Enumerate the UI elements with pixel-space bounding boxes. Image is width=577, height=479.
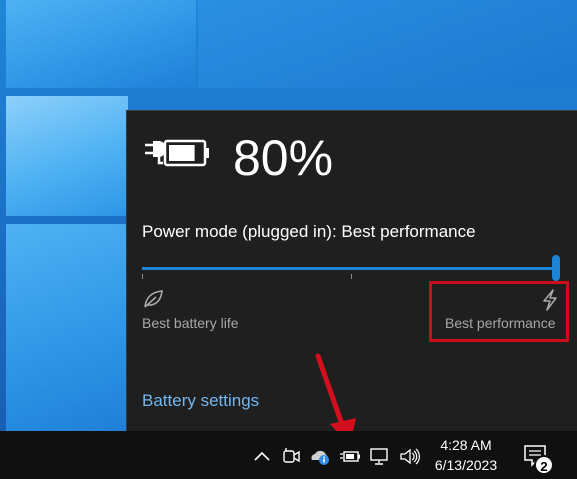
- slider-track: [142, 267, 560, 270]
- wallpaper-pane: [198, 0, 577, 88]
- notification-count-badge: 2: [534, 455, 554, 475]
- battery-charging-icon: [145, 139, 209, 167]
- power-mode-label: Power mode (plugged in): Best performanc…: [142, 222, 476, 241]
- wallpaper-pane: [6, 0, 196, 88]
- best-battery-life-label: Best battery life: [142, 315, 239, 331]
- network-icon[interactable]: [368, 445, 390, 467]
- battery-icon[interactable]: [339, 445, 361, 467]
- onedrive-icon[interactable]: [309, 445, 331, 467]
- battery-percentage: 80%: [233, 130, 334, 186]
- meet-now-icon[interactable]: [280, 445, 302, 467]
- slider-thumb[interactable]: [552, 255, 560, 281]
- wallpaper-pane: [6, 96, 128, 216]
- slider-tick: [142, 274, 143, 279]
- wallpaper-pane: [6, 224, 128, 431]
- taskbar-clock[interactable]: 4:28 AM 6/13/2023: [430, 435, 502, 475]
- volume-icon[interactable]: [398, 445, 420, 467]
- clock-time: 4:28 AM: [440, 437, 492, 453]
- battery-settings-link[interactable]: Battery settings: [142, 391, 259, 411]
- chevron-up-icon[interactable]: [251, 445, 273, 467]
- action-center-button[interactable]: 2: [522, 443, 556, 475]
- annotation-highlight-box: [429, 281, 569, 342]
- clock-date: 6/13/2023: [434, 457, 498, 473]
- taskbar: 4:28 AM 6/13/2023 2: [0, 431, 577, 479]
- slider-tick: [351, 274, 352, 279]
- leaf-icon: [144, 290, 163, 308]
